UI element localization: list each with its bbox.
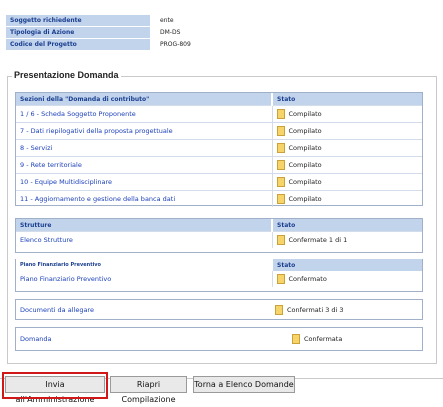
status-text: Compilato — [288, 127, 322, 135]
sections-box: Sezioni della "Domanda di contributo" St… — [15, 92, 423, 207]
structures-header: Strutture — [16, 219, 272, 232]
status-cell: Compilato — [271, 190, 422, 207]
status-text: Confermate 1 di 1 — [288, 236, 348, 244]
document-icon — [292, 334, 300, 344]
financial-plan-header: Piano Finanziario Preventivo — [20, 262, 101, 268]
status-text: Compilato — [288, 144, 322, 152]
document-icon — [276, 109, 285, 119]
sections-table: Sezioni della "Domanda di contributo" St… — [16, 93, 422, 207]
highlight-box — [2, 372, 108, 399]
documents-link[interactable]: Documenti da allegare — [16, 300, 271, 319]
status-header: Stato — [271, 259, 422, 271]
status-cell: Compilato — [271, 139, 422, 157]
table-row[interactable]: Elenco Strutture Confermate 1 di 1 — [16, 231, 422, 248]
reopen-compilation-button[interactable]: Riapri Compilazione — [110, 376, 187, 404]
info-label: Tipologia di Azione — [6, 26, 150, 39]
section-link[interactable]: 1 / 6 - Scheda Soggetto Proponente — [16, 105, 272, 123]
table-header: Strutture Stato — [16, 219, 422, 232]
table-row[interactable]: 11 - Aggiornamento e gestione della banc… — [16, 190, 422, 207]
status-cell: Confermate 1 di 1 — [271, 231, 422, 248]
status-cell: Compilato — [271, 173, 422, 191]
document-icon — [276, 194, 285, 204]
structures-link[interactable]: Elenco Strutture — [16, 231, 272, 248]
document-icon — [276, 274, 285, 284]
fieldset-legend: Presentazione Domanda — [12, 70, 121, 80]
status-cell: Confermati 3 di 3 — [271, 300, 422, 319]
status-text: Confermati 3 di 3 — [287, 305, 344, 314]
table-row[interactable]: 1 / 6 - Scheda Soggetto Proponente Compi… — [16, 105, 422, 123]
structures-box: Strutture Stato Elenco Strutture Conferm… — [15, 218, 423, 253]
document-icon — [276, 177, 285, 187]
info-row: Codice del Progetto PROG-809 — [6, 38, 322, 51]
info-row: Tipologia di Azione DM-DS — [6, 26, 322, 39]
info-label: Codice del Progetto — [6, 38, 150, 51]
sections-header: Sezioni della "Domanda di contributo" — [16, 93, 272, 106]
document-icon — [275, 304, 283, 315]
application-table: Domanda Confermata — [16, 328, 422, 350]
table-header: Piano Finanziario Preventivo Stato — [16, 259, 422, 271]
section-link[interactable]: 11 - Aggiornamento e gestione della banc… — [16, 190, 272, 207]
back-to-applications-button[interactable]: Torna a Elenco Domande — [193, 376, 295, 393]
status-text: Compilato — [288, 195, 322, 203]
document-icon — [276, 235, 285, 245]
status-cell: Compilato — [271, 122, 422, 140]
status-cell: Confermata — [288, 328, 422, 350]
info-row: Soggetto richiedente ente — [6, 15, 322, 27]
documents-table: Documenti da allegare Confermati 3 di 3 — [16, 300, 422, 319]
document-icon — [276, 160, 285, 170]
documents-box: Documenti da allegare Confermati 3 di 3 — [15, 299, 423, 320]
info-value: ente — [150, 15, 322, 27]
financial-plan-table: Piano Finanziario Preventivo Stato Piano… — [16, 259, 422, 287]
table-row[interactable]: Piano Finanziario Preventivo Confermato — [16, 271, 422, 287]
financial-plan-link[interactable]: Piano Finanziario Preventivo — [16, 271, 272, 287]
info-value: DM-DS — [150, 26, 322, 39]
section-link[interactable]: 7 - Dati riepilogativi della proposta pr… — [16, 122, 272, 140]
section-link[interactable]: 10 - Equipe Multidisciplinare — [16, 173, 272, 191]
document-icon — [276, 126, 285, 136]
status-header: Stato — [271, 93, 422, 106]
section-link[interactable]: 9 - Rete territoriale — [16, 156, 272, 174]
status-text: Compilato — [288, 161, 322, 169]
request-info-table: Soggetto richiedente ente Tipologia di A… — [6, 15, 322, 51]
application-link[interactable]: Domanda — [16, 328, 288, 350]
status-text: Compilato — [288, 110, 322, 118]
status-cell: Compilato — [271, 156, 422, 174]
status-cell: Confermato — [271, 271, 422, 287]
table-row[interactable]: 8 - Servizi Compilato — [16, 139, 422, 157]
status-cell: Compilato — [271, 105, 422, 123]
status-header: Stato — [271, 219, 422, 232]
section-link[interactable]: 8 - Servizi — [16, 139, 272, 157]
status-text: Compilato — [288, 178, 322, 186]
table-row[interactable]: Domanda Confermata — [16, 328, 422, 350]
financial-plan-box: Piano Finanziario Preventivo Stato Piano… — [15, 259, 423, 292]
document-icon — [276, 143, 285, 153]
status-text: Confermata — [304, 335, 343, 343]
info-value: PROG-809 — [150, 38, 322, 51]
info-label: Soggetto richiedente — [6, 15, 150, 27]
table-row[interactable]: 9 - Rete territoriale Compilato — [16, 156, 422, 174]
table-row[interactable]: Documenti da allegare Confermati 3 di 3 — [16, 300, 422, 319]
structures-table: Strutture Stato Elenco Strutture Conferm… — [16, 219, 422, 248]
table-header: Sezioni della "Domanda di contributo" St… — [16, 93, 422, 106]
application-box: Domanda Confermata — [15, 327, 423, 351]
table-row[interactable]: 10 - Equipe Multidisciplinare Compilato — [16, 173, 422, 191]
table-row[interactable]: 7 - Dati riepilogativi della proposta pr… — [16, 122, 422, 140]
status-text: Confermato — [288, 275, 327, 283]
